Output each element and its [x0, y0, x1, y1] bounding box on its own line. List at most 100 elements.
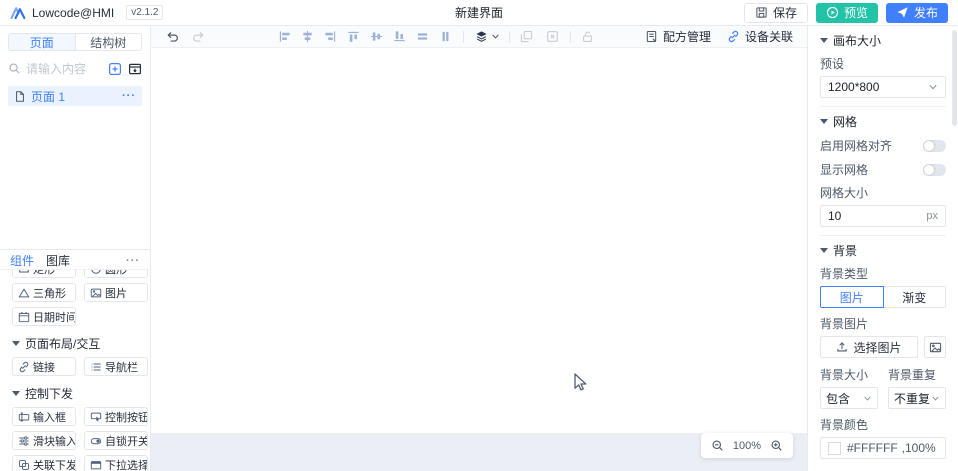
collapse-arrow-icon: [820, 247, 828, 253]
recipe-icon: [645, 30, 658, 43]
bg-type-image-option[interactable]: 图片: [820, 286, 884, 308]
tab-components[interactable]: 组件: [10, 252, 34, 269]
component-datetime[interactable]: 日期时间: [12, 307, 76, 326]
link-icon: [18, 361, 30, 373]
page-more-icon[interactable]: ···: [122, 90, 136, 102]
input-box-icon: [18, 411, 30, 423]
bg-type-gradient-option[interactable]: 渐变: [882, 286, 946, 308]
preset-select[interactable]: 1200*800: [820, 76, 946, 98]
list-icon: [90, 361, 102, 373]
topbar: Lowcode@HMI v2.1.2 新建界面 保存 预览 发布: [0, 0, 958, 26]
app-name: Lowcode@HMI: [32, 5, 115, 20]
grid-size-label: 网格大小: [820, 186, 869, 200]
component-dropdown-select[interactable]: 下拉选择: [84, 455, 148, 471]
unlock-icon[interactable]: [580, 30, 594, 44]
bg-repeat-select[interactable]: 不重复: [888, 387, 946, 409]
component-slider-input[interactable]: 滑块输入: [12, 431, 76, 450]
tab-structure-tree[interactable]: 结构树: [75, 34, 141, 50]
grid-snap-toggle[interactable]: [923, 139, 946, 152]
zoom-level: 100%: [732, 439, 761, 452]
component-input-box[interactable]: 输入框: [12, 407, 76, 426]
save-icon: [755, 6, 768, 19]
section-control-dispatch[interactable]: 控制下发: [12, 385, 150, 402]
component-control-button[interactable]: 控制按钮: [84, 407, 148, 426]
component-image[interactable]: 图片: [84, 283, 148, 302]
align-center-vertical-icon[interactable]: [300, 30, 314, 44]
distribute-vertical-icon[interactable]: [438, 30, 452, 44]
layers-icon[interactable]: [474, 30, 488, 44]
select-image-button[interactable]: 选择图片: [820, 336, 918, 358]
grid-size-unit: px: [926, 210, 938, 222]
component-row: 日期时间: [12, 307, 150, 326]
align-left-icon[interactable]: [277, 30, 291, 44]
logo-icon: [10, 5, 26, 20]
version-badge: v2.1.2: [126, 5, 164, 20]
tab-gallery[interactable]: 图库: [46, 252, 70, 269]
collapse-arrow-icon: [12, 341, 20, 346]
tab-pages[interactable]: 页面: [9, 34, 76, 50]
properties-panel: 画布大小 预设 1200*800 网格 启用网格对齐 显示网格 网格大小 10 …: [807, 26, 958, 471]
bg-size-select[interactable]: 包含: [820, 387, 878, 409]
copy-icon[interactable]: [519, 30, 533, 44]
background-header[interactable]: 背景: [820, 242, 946, 258]
undo-icon[interactable]: [165, 30, 179, 44]
grid-size-value[interactable]: [828, 209, 927, 223]
design-canvas[interactable]: [151, 48, 807, 433]
zoom-in-icon[interactable]: [770, 439, 783, 452]
component-row: 输入框 控制按钮: [12, 407, 150, 426]
zoom-out-icon[interactable]: [711, 439, 724, 452]
canvas-toolbar: 配方管理 设备关联: [151, 26, 807, 48]
pages-section: 页面 结构树 请输入内容 页面 1 ···: [0, 26, 150, 250]
component-triangle[interactable]: 三角形: [12, 283, 76, 302]
component-related-dispatch[interactable]: 关联下发: [12, 455, 76, 471]
bg-color-alpha: ,100%: [901, 441, 936, 455]
grid-size-input[interactable]: px: [820, 205, 946, 227]
file-icon: [14, 90, 26, 103]
page-list-item[interactable]: 页面 1 ···: [8, 86, 142, 106]
calendar-icon: [18, 311, 30, 323]
section-page-layout[interactable]: 页面布局/交互: [12, 335, 150, 352]
grid-show-row: 显示网格: [820, 162, 946, 177]
align-bottom-icon[interactable]: [392, 30, 406, 44]
panel-scrollbar[interactable]: [952, 30, 957, 126]
preview-button[interactable]: 预览: [815, 2, 878, 23]
image-picker-icon[interactable]: [924, 336, 946, 358]
recipe-manage-button[interactable]: 配方管理: [645, 28, 711, 45]
canvas-size-header[interactable]: 画布大小: [820, 32, 946, 48]
toolbar-divider: [463, 30, 464, 43]
triangle-icon: [18, 287, 30, 299]
align-right-icon[interactable]: [323, 30, 337, 44]
redo-icon[interactable]: [191, 30, 205, 44]
components-more-icon[interactable]: ···: [126, 255, 140, 267]
collapse-arrow-icon: [820, 118, 828, 124]
grid-header[interactable]: 网格: [820, 113, 946, 129]
grid-show-toggle[interactable]: [923, 163, 946, 176]
align-top-icon[interactable]: [346, 30, 360, 44]
add-page-icon[interactable]: [107, 61, 122, 76]
distribute-horizontal-icon[interactable]: [415, 30, 429, 44]
save-button[interactable]: 保存: [743, 2, 808, 23]
search-icon: [8, 62, 21, 75]
bg-image-row: 选择图片: [820, 336, 946, 358]
component-circle[interactable]: 圆形: [84, 270, 148, 278]
delete-icon[interactable]: [545, 30, 559, 44]
publish-button[interactable]: 发布: [885, 2, 948, 23]
play-circle-icon: [826, 6, 839, 19]
device-link-button[interactable]: 设备关联: [727, 28, 793, 45]
bg-size-label: 背景大小: [820, 368, 869, 382]
search-input[interactable]: [26, 61, 102, 76]
align-center-horizontal-icon[interactable]: [369, 30, 383, 44]
color-swatch[interactable]: [828, 441, 841, 455]
dropdown-icon: [90, 459, 102, 471]
collapse-panel-icon[interactable]: [127, 61, 142, 76]
component-link[interactable]: 链接: [12, 357, 76, 376]
bg-color-input[interactable]: #FFFFFF ,100%: [820, 437, 946, 459]
send-icon: [896, 6, 909, 19]
bg-type-label: 背景类型: [820, 267, 869, 281]
components-section: 组件 图库 ··· 矩形 圆形: [0, 250, 150, 471]
component-rectangle[interactable]: 矩形: [12, 270, 76, 278]
component-selflock-switch[interactable]: 自锁开关: [84, 431, 148, 450]
collapse-arrow-icon: [820, 37, 828, 43]
component-navbar[interactable]: 导航栏: [84, 357, 148, 376]
chevron-down-icon[interactable]: [490, 30, 500, 44]
